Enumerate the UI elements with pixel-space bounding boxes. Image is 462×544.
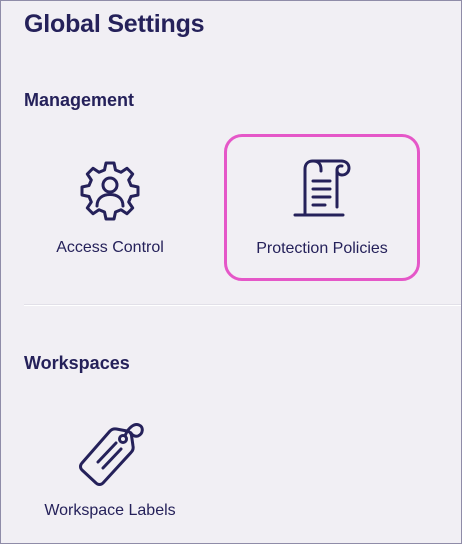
section-divider	[24, 304, 461, 306]
section-title-workspaces: Workspaces	[24, 353, 130, 373]
tile-workspace-labels[interactable]: Workspace Labels	[15, 399, 205, 541]
tile-label-workspace-labels: Workspace Labels	[44, 502, 176, 519]
tile-protection-policies[interactable]: Protection Policies	[224, 134, 420, 281]
section-title-management: Management	[24, 90, 135, 110]
page-title: Global Settings	[24, 10, 205, 38]
tile-access-control[interactable]: Access Control	[15, 135, 205, 277]
settings-window: Global Settings Management Access Contro…	[0, 0, 462, 544]
tile-label-protection-policies: Protection Policies	[256, 240, 388, 257]
tile-label-access-control: Access Control	[56, 239, 164, 256]
user-gear-icon	[75, 159, 145, 223]
scroll-document-icon	[287, 157, 357, 221]
tag-icon	[70, 413, 150, 487]
